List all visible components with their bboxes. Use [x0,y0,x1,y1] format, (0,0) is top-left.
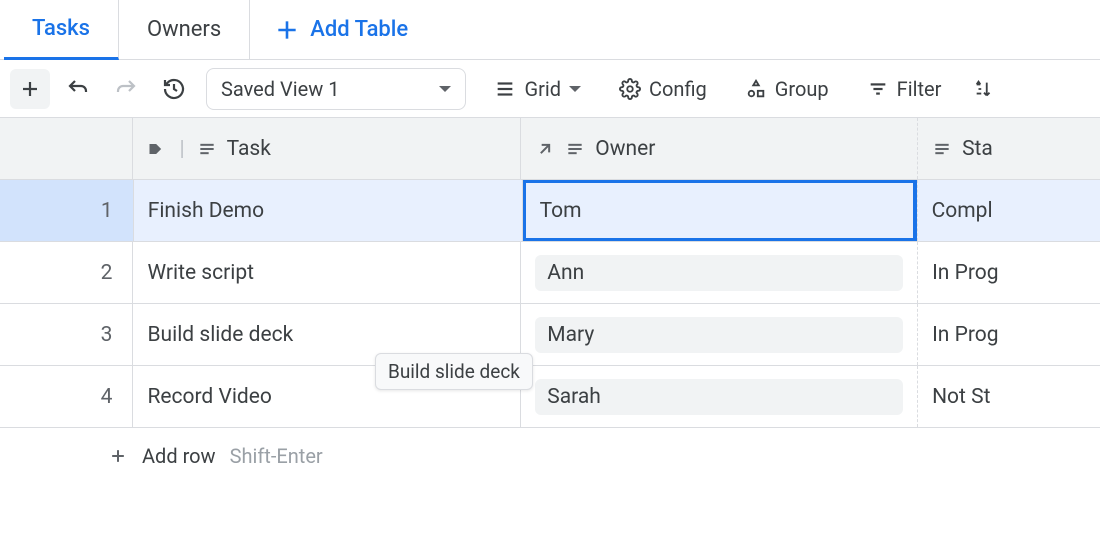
redo-button[interactable] [106,69,146,109]
text-lines-icon [565,139,585,159]
grid-mode-button[interactable]: Grid [484,68,591,110]
cell-status[interactable]: In Prog [918,242,1100,303]
gear-icon [619,78,641,100]
filter-label: Filter [897,77,942,101]
row-number[interactable]: 1 [0,180,134,241]
cell-owner[interactable]: Tom [523,180,918,241]
task-column-label: Task [227,137,271,161]
config-button[interactable]: Config [609,68,717,110]
status-column-label: Sta [962,137,993,161]
add-button[interactable] [10,69,50,109]
chevron-down-icon [569,86,581,92]
history-icon [162,77,186,101]
cell-task[interactable]: Record Video [133,366,521,427]
cell-task[interactable]: Write script [133,242,521,303]
plus-icon [108,446,128,466]
owner-column-label: Owner [595,137,655,161]
undo-button[interactable] [58,69,98,109]
row-number[interactable]: 2 [0,242,133,303]
tag-icon [147,139,167,159]
filter-button[interactable]: Filter [857,68,952,110]
table-row[interactable]: 3 Build slide deck Mary In Prog [0,304,1100,366]
undo-icon [66,77,90,101]
row-number[interactable]: 4 [0,366,133,427]
group-label: Group [775,77,829,101]
history-button[interactable] [154,69,194,109]
add-table-label: Add Table [310,17,408,42]
plus-icon [274,17,300,43]
add-table-button[interactable]: Add Table [250,17,432,43]
redo-icon [114,77,138,101]
plus-icon [18,77,42,101]
cell-status[interactable]: Compl [918,180,1100,241]
list-icon [494,78,516,100]
cell-status[interactable]: Not St [918,366,1100,427]
sort-button[interactable] [963,68,1005,110]
column-header-owner[interactable]: Owner [521,118,918,179]
table-row[interactable]: 4 Record Video Sarah Not St [0,366,1100,428]
cell-owner[interactable]: Mary [521,304,918,365]
cell-task[interactable]: Finish Demo [134,180,523,241]
table-header-row: | Task Owner Sta [0,118,1100,180]
text-lines-icon [932,139,952,159]
column-header-status[interactable]: Sta [918,118,1100,179]
text-lines-icon [197,139,217,159]
tab-owners[interactable]: Owners [119,0,250,60]
grid-label: Grid [524,77,561,101]
saved-view-dropdown[interactable]: Saved View 1 [206,68,466,110]
saved-view-label: Saved View 1 [221,77,339,101]
config-label: Config [649,77,707,101]
chevron-down-icon [439,86,451,92]
sort-az-icon [973,78,995,100]
add-row-label: Add row [142,444,216,468]
column-header-task[interactable]: | Task [133,118,521,179]
add-row-hint: Shift-Enter [230,444,323,468]
cell-task[interactable]: Build slide deck [133,304,521,365]
toolbar: Saved View 1 Grid Config Group Filter [0,60,1100,118]
data-table: | Task Owner Sta 1 Finish Demo Tom Compl… [0,118,1100,484]
cell-owner[interactable]: Ann [521,242,918,303]
row-number[interactable]: 3 [0,304,133,365]
table-row[interactable]: 1 Finish Demo Tom Compl [0,180,1100,242]
filter-icon [867,78,889,100]
cell-owner[interactable]: Sarah [521,366,918,427]
tabs-bar: Tasks Owners Add Table [0,0,1100,60]
tab-tasks[interactable]: Tasks [4,0,119,60]
table-row[interactable]: 2 Write script Ann In Prog [0,242,1100,304]
cell-status[interactable]: In Prog [918,304,1100,365]
group-button[interactable]: Group [735,68,839,110]
arrow-up-right-icon [535,139,555,159]
group-icon [745,78,767,100]
add-row-button[interactable]: Add row Shift-Enter [0,428,1100,484]
row-number-header[interactable] [0,118,133,179]
